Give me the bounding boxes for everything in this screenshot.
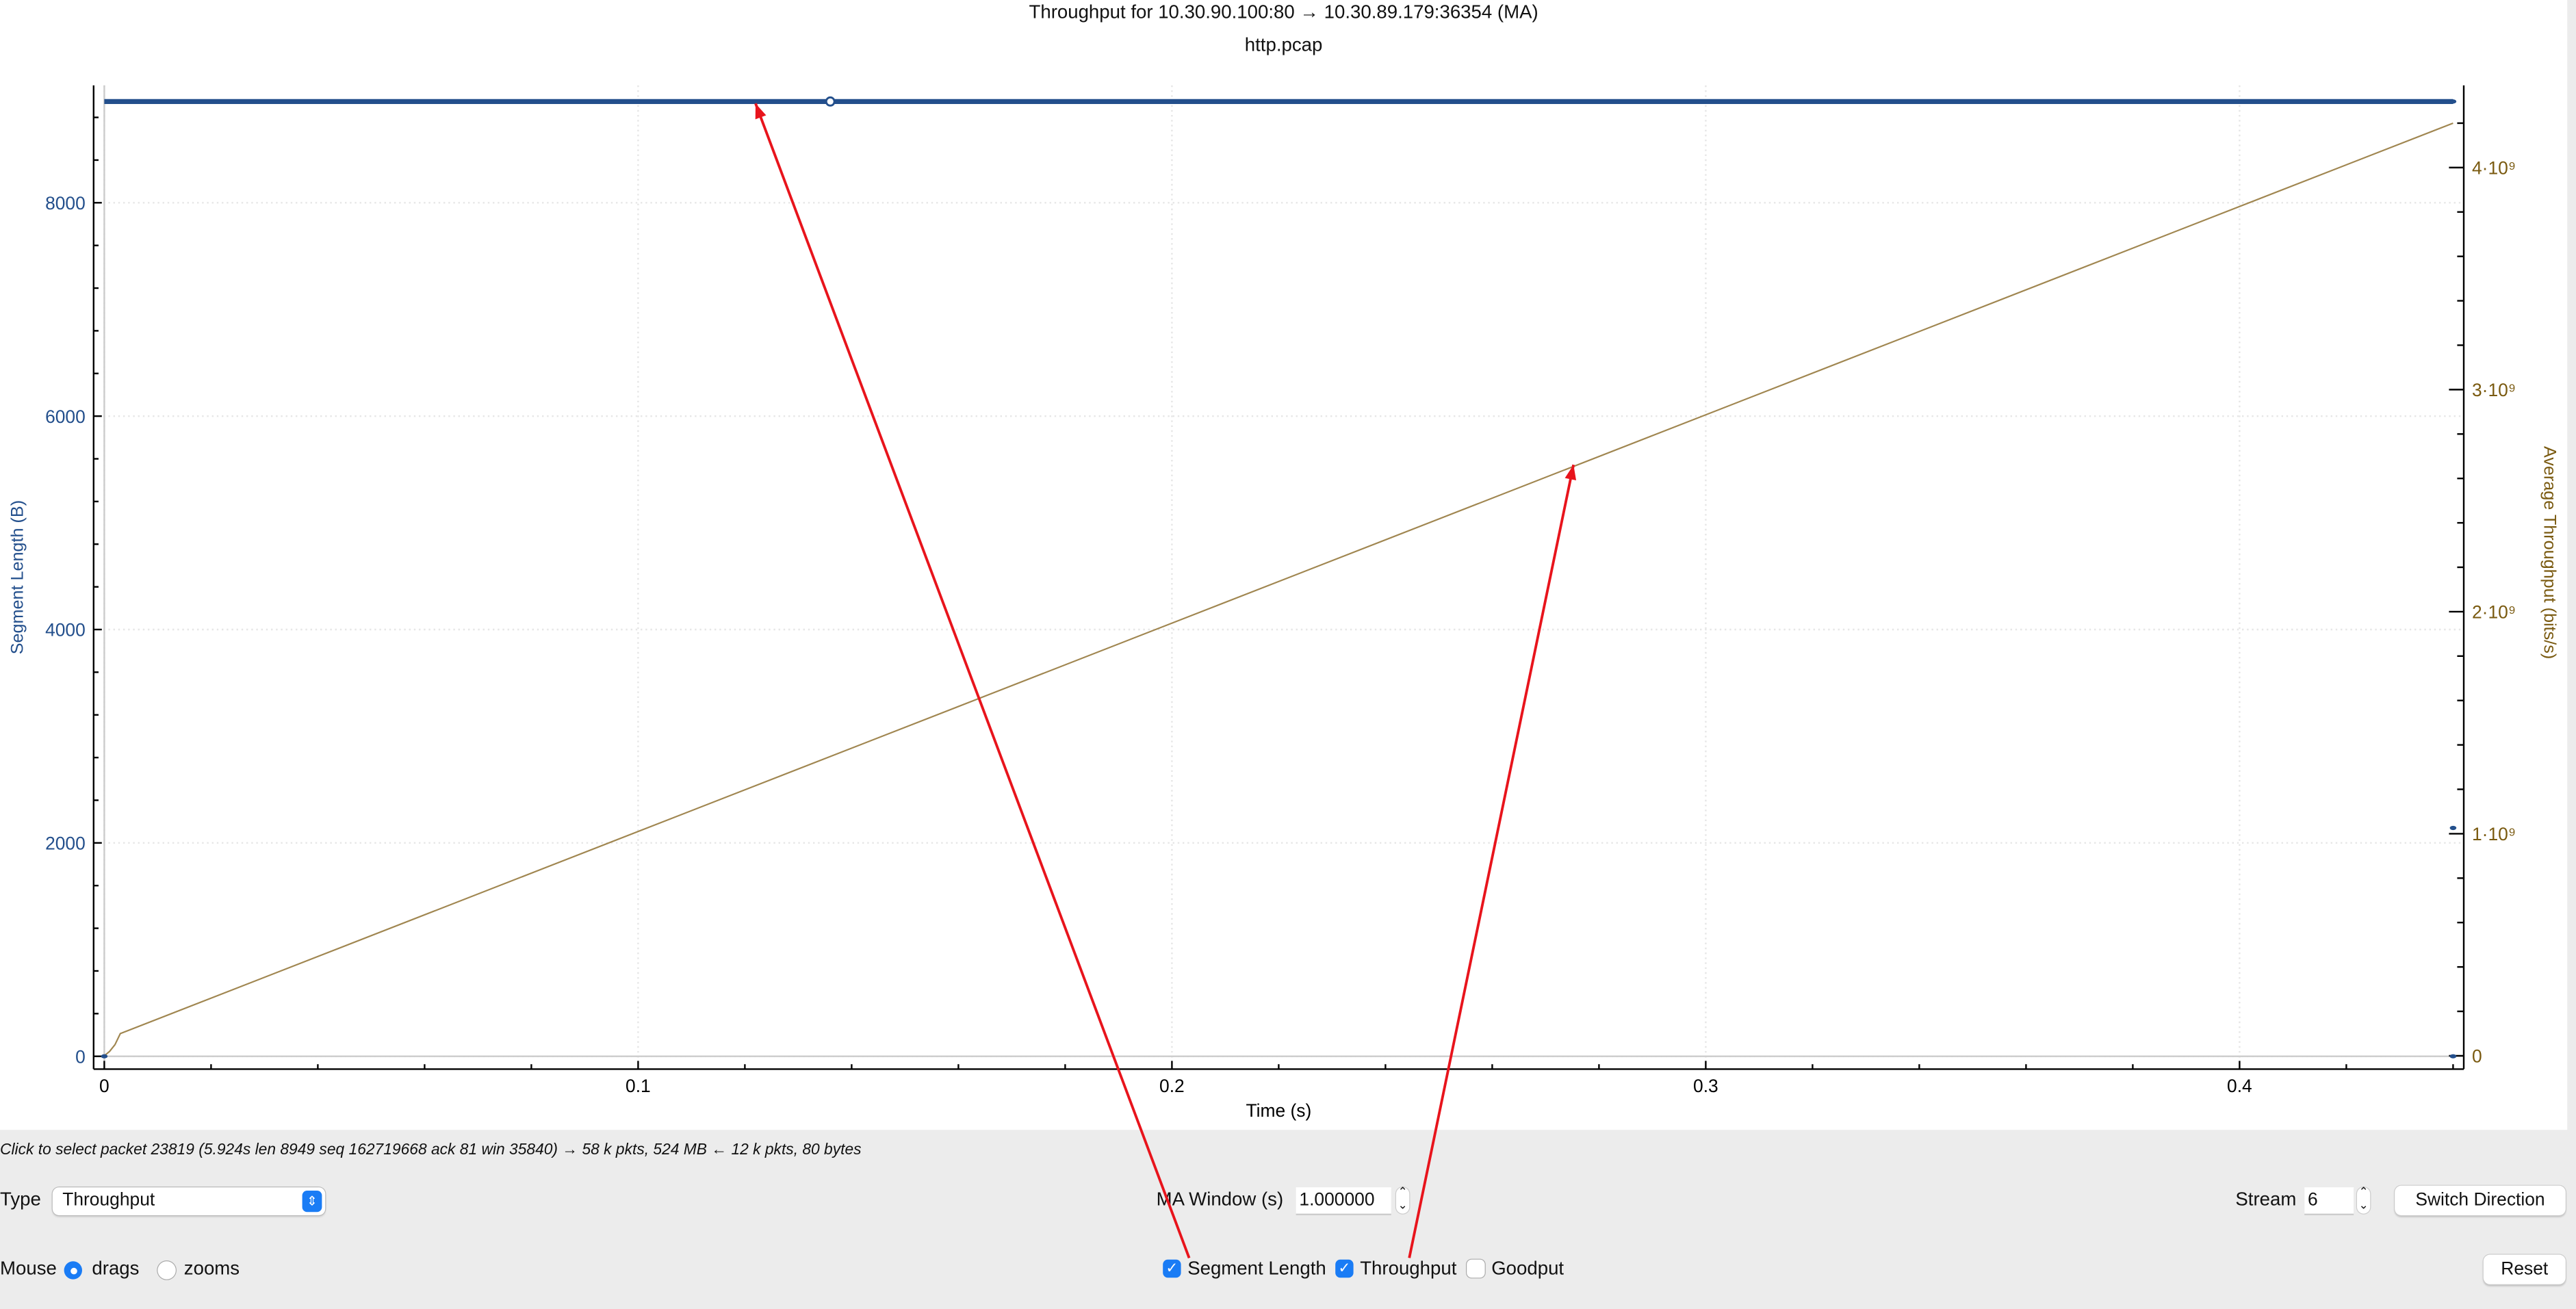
- y-left-tick-label: 8000: [45, 193, 86, 213]
- y-left-axis-label: Segment Length (B): [8, 500, 27, 654]
- chevron-up-down-icon: ⇕: [302, 1191, 322, 1213]
- x-axis-label: Time (s): [1246, 1100, 1312, 1121]
- ma-window-label: MA Window (s): [1156, 1191, 1284, 1210]
- x-tick-label: 0.3: [1693, 1076, 1718, 1096]
- y-right-tick-label: 4·10⁹: [2472, 157, 2516, 178]
- ma-window-input[interactable]: 1.000000: [1296, 1187, 1391, 1214]
- x-tick-label: 0: [99, 1076, 110, 1096]
- throughput-checkbox[interactable]: ✓: [1335, 1259, 1354, 1278]
- type-select[interactable]: Throughput ⇕: [52, 1187, 326, 1216]
- y-left-tick-label: 4000: [45, 620, 86, 640]
- y-left-tick-label: 6000: [45, 406, 86, 427]
- switch-direction-button[interactable]: Switch Direction: [2395, 1185, 2566, 1216]
- stream-input[interactable]: 6: [2304, 1187, 2354, 1214]
- y-right-tick-label: 0: [2472, 1046, 2482, 1067]
- segment-point: [2449, 825, 2457, 831]
- segment-length-checkbox[interactable]: ✓: [1163, 1259, 1181, 1278]
- goodput-checkbox[interactable]: [1467, 1259, 1485, 1278]
- segment-point: [101, 1054, 108, 1059]
- mouse-label: Mouse: [0, 1259, 57, 1280]
- throughput-chart[interactable]: 0 0.1 0.2 0.3 0.4 0 2000 4000 6000 8000 0 1·10⁹ 2·10…: [0, 0, 2567, 1130]
- y-right-axis-label: Average Throughput (bits/s): [2540, 446, 2560, 659]
- stream-label: Stream: [2235, 1191, 2297, 1210]
- x-tick-label: 0.2: [1159, 1076, 1185, 1096]
- y-right-tick-label: 2·10⁹: [2472, 601, 2516, 622]
- stream-value: 6: [2308, 1191, 2318, 1210]
- throughput-line: [103, 122, 2453, 1057]
- reset-button[interactable]: Reset: [2483, 1254, 2566, 1284]
- y-left-tick-label: 0: [75, 1046, 86, 1067]
- status-text: Click to select packet 23819 (5.924s len…: [0, 1141, 862, 1160]
- segment-length-label[interactable]: Segment Length: [1187, 1260, 1326, 1280]
- segment-point: [2449, 99, 2457, 104]
- ma-window-value: 1.000000: [1299, 1191, 1375, 1210]
- zooms-radio[interactable]: [157, 1261, 176, 1280]
- stream-stepper[interactable]: ⌃ ⌄: [2357, 1187, 2371, 1214]
- type-label: Type: [0, 1191, 41, 1210]
- segment-point: [2449, 1054, 2457, 1059]
- type-value: Throughput: [62, 1191, 155, 1210]
- drags-label[interactable]: drags: [92, 1260, 139, 1280]
- goodput-label[interactable]: Goodput: [1491, 1260, 1564, 1280]
- selected-packet-marker: [825, 96, 836, 107]
- y-left-tick-label: 2000: [45, 833, 86, 853]
- y-right-tick-label: 1·10⁹: [2472, 824, 2516, 844]
- x-tick-label: 0.4: [2227, 1076, 2252, 1096]
- drags-radio[interactable]: [64, 1261, 83, 1280]
- x-tick-label: 0.1: [626, 1076, 651, 1096]
- ma-window-stepper[interactable]: ⌃ ⌄: [1396, 1187, 1410, 1214]
- throughput-label[interactable]: Throughput: [1360, 1260, 1456, 1280]
- zooms-label[interactable]: zooms: [184, 1260, 240, 1280]
- y-right-tick-label: 3·10⁹: [2472, 380, 2516, 400]
